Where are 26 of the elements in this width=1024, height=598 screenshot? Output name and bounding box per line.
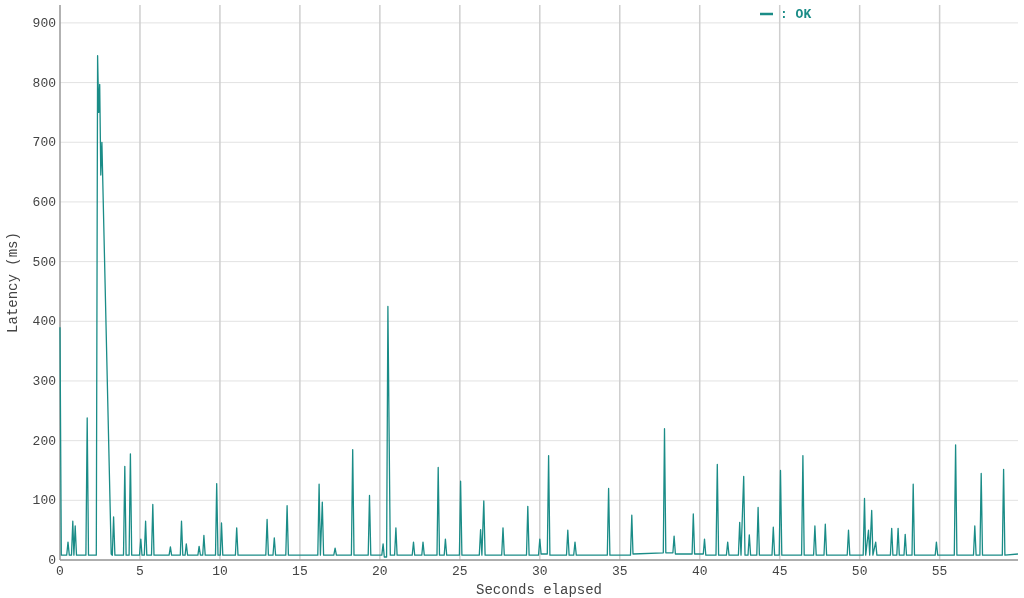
- x-tick-label: 25: [452, 564, 468, 579]
- y-tick-label: 200: [32, 433, 56, 449]
- x-tick-label: 55: [931, 564, 948, 579]
- y-tick-label: 800: [32, 75, 56, 91]
- y-tick-label: 700: [32, 135, 56, 151]
- y-tick-label: 0: [48, 553, 56, 568]
- x-tick-label: 15: [292, 564, 308, 579]
- y-tick-label: 900: [32, 15, 56, 31]
- x-axis-title: Seconds elapsed: [476, 582, 602, 598]
- y-tick-label: 300: [32, 373, 56, 389]
- x-tick-label: 45: [771, 564, 788, 579]
- x-tick-label: 10: [212, 564, 228, 579]
- legend-label: : OK: [780, 7, 812, 22]
- x-tick-label: 50: [851, 564, 868, 579]
- x-tick-label: 40: [691, 564, 708, 579]
- x-tick-label: 30: [532, 564, 548, 579]
- y-axis-title: Latency (ms): [5, 232, 21, 333]
- x-tick-label: 35: [611, 564, 628, 579]
- y-tick-label: 400: [32, 314, 56, 330]
- x-tick-label: 20: [372, 564, 388, 579]
- y-tick-label: 100: [32, 493, 56, 509]
- x-tick-label: 0: [56, 564, 64, 579]
- y-tick-label: 500: [32, 254, 56, 270]
- y-tick-label: 600: [32, 194, 56, 210]
- x-tick-label: 5: [136, 564, 144, 579]
- legend-line-icon: [760, 12, 773, 16]
